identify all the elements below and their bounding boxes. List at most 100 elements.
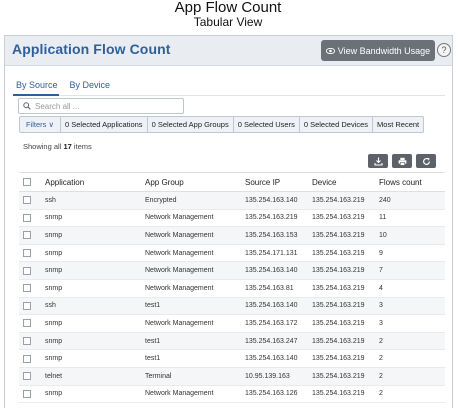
cell-application: ssh bbox=[41, 191, 141, 210]
table-row[interactable]: snmp Network Management 135.254.163.126 135… bbox=[19, 385, 445, 404]
cell-source-ip: 135.254.163.140 bbox=[241, 349, 308, 368]
tab-by-device[interactable]: By Device bbox=[70, 80, 111, 94]
view-bandwidth-button[interactable]: View Bandwidth Usage bbox=[321, 40, 435, 61]
column-flows-count[interactable]: Flows count bbox=[375, 172, 445, 192]
cell-flows-count: 4 bbox=[375, 279, 445, 298]
cell-device: 135.254.163.219 bbox=[308, 209, 375, 228]
cell-app-group: test1 bbox=[141, 349, 241, 368]
row-checkbox[interactable] bbox=[23, 372, 31, 381]
cell-device: 135.254.163.219 bbox=[308, 297, 375, 316]
cell-application: snmp bbox=[41, 332, 141, 351]
tab-by-source[interactable]: By Source bbox=[16, 80, 58, 94]
cell-source-ip: 135.254.163.219 bbox=[241, 209, 308, 228]
row-checkbox[interactable] bbox=[23, 284, 31, 293]
refresh-button[interactable] bbox=[416, 154, 436, 168]
column-device[interactable]: Device bbox=[308, 172, 375, 192]
cell-source-ip: 135.254.163.140 bbox=[241, 261, 308, 280]
table-row[interactable]: snmp Network Management 135.254.163.219 135… bbox=[19, 209, 445, 228]
row-checkbox[interactable] bbox=[23, 213, 31, 222]
table-body: ssh Encrypted 135.254.163.140 135.254.163.2… bbox=[19, 191, 445, 404]
row-select-cell bbox=[19, 332, 41, 351]
item-count-summary: Showing all 17 items bbox=[23, 142, 92, 151]
column-app-group[interactable]: App Group bbox=[141, 172, 241, 192]
filter-users[interactable]: 0 Selected Users bbox=[232, 117, 299, 132]
cell-app-group: Network Management bbox=[141, 385, 241, 404]
table-row[interactable]: snmp Network Management 135.254.163.140 135… bbox=[19, 261, 445, 280]
cell-app-group: test1 bbox=[141, 332, 241, 351]
row-checkbox[interactable] bbox=[23, 354, 31, 363]
row-select-cell bbox=[19, 314, 41, 333]
row-checkbox[interactable] bbox=[23, 389, 31, 398]
row-checkbox[interactable] bbox=[23, 319, 31, 328]
cell-flows-count: 2 bbox=[375, 349, 445, 368]
cell-source-ip: 135.254.163.126 bbox=[241, 385, 308, 404]
row-checkbox[interactable] bbox=[23, 337, 31, 346]
cell-device: 135.254.163.219 bbox=[308, 191, 375, 210]
cell-app-group: Network Management bbox=[141, 314, 241, 333]
table-row[interactable]: snmp Network Management 135.254.171.131 135… bbox=[19, 244, 445, 263]
cell-source-ip: 135.254.163.247 bbox=[241, 332, 308, 351]
row-checkbox[interactable] bbox=[23, 266, 31, 275]
print-button[interactable] bbox=[392, 154, 412, 168]
filter-most-recent[interactable]: Most Recent bbox=[372, 117, 423, 132]
row-checkbox[interactable] bbox=[23, 301, 31, 310]
row-select-cell bbox=[19, 244, 41, 263]
cell-application: snmp bbox=[41, 261, 141, 280]
cell-application: snmp bbox=[41, 314, 141, 333]
table-row[interactable]: ssh Encrypted 135.254.163.140 135.254.163.2… bbox=[19, 191, 445, 210]
table-row[interactable]: telnet Terminal 10.95.139.163 135.254.163.2… bbox=[19, 367, 445, 386]
cell-application: snmp bbox=[41, 226, 141, 245]
download-button[interactable] bbox=[368, 154, 388, 168]
cell-device: 135.254.163.219 bbox=[308, 261, 375, 280]
eye-icon bbox=[325, 47, 335, 54]
cell-flows-count: 2 bbox=[375, 367, 445, 386]
cell-application: snmp bbox=[41, 385, 141, 404]
download-icon bbox=[373, 157, 383, 166]
cell-device: 135.254.163.219 bbox=[308, 385, 375, 404]
row-checkbox[interactable] bbox=[23, 249, 31, 258]
cell-device: 135.254.163.219 bbox=[308, 279, 375, 298]
cell-app-group: Network Management bbox=[141, 261, 241, 280]
page-subtitle: Tabular View bbox=[193, 15, 263, 29]
cell-flows-count: 2 bbox=[375, 385, 445, 404]
cell-app-group: Encrypted bbox=[141, 191, 241, 210]
summary-count: 17 bbox=[63, 142, 72, 151]
help-icon[interactable]: ? bbox=[437, 43, 451, 57]
cell-application: telnet bbox=[41, 367, 141, 386]
tab-bar: By Source By Device bbox=[16, 80, 110, 94]
select-all-checkbox[interactable] bbox=[23, 178, 31, 187]
table-row[interactable]: snmp Network Management 135.254.163.153 135… bbox=[19, 226, 445, 245]
row-checkbox[interactable] bbox=[23, 231, 31, 240]
cell-app-group: Network Management bbox=[141, 226, 241, 245]
cell-application: snmp bbox=[41, 209, 141, 228]
flow-count-panel: Application Flow Count View Bandwidth Us… bbox=[4, 35, 453, 408]
filter-app-groups[interactable]: 0 Selected App Groups bbox=[146, 117, 233, 132]
cell-app-group: Terminal bbox=[141, 367, 241, 386]
filter-devices[interactable]: 0 Selected Devices bbox=[298, 117, 372, 132]
cell-flows-count: 3 bbox=[375, 297, 445, 316]
table-row[interactable]: snmp test1 135.254.163.247 135.254.163.219 2 bbox=[19, 332, 445, 351]
flow-table: Application App Group Source IP Device F… bbox=[19, 172, 445, 404]
filters-dropdown[interactable]: Filters ∨ bbox=[20, 117, 60, 132]
table-row[interactable]: snmp Network Management 135.254.163.81 135.… bbox=[19, 279, 445, 298]
cell-device: 135.254.163.219 bbox=[308, 226, 375, 245]
summary-prefix: Showing all bbox=[23, 142, 64, 151]
panel-header: Application Flow Count View Bandwidth Us… bbox=[5, 36, 452, 66]
column-application[interactable]: Application bbox=[41, 172, 141, 192]
search-box bbox=[18, 98, 184, 114]
search-input[interactable] bbox=[35, 101, 175, 111]
filter-applications[interactable]: 0 Selected Applications bbox=[60, 117, 147, 132]
cell-device: 135.254.163.219 bbox=[308, 244, 375, 263]
row-checkbox[interactable] bbox=[23, 196, 31, 205]
search-icon bbox=[23, 102, 31, 110]
table-row[interactable]: snmp test1 135.254.163.140 135.254.163.219 2 bbox=[19, 349, 445, 368]
table-toolbar bbox=[368, 154, 436, 168]
cell-source-ip: 135.254.163.172 bbox=[241, 314, 308, 333]
row-select-cell bbox=[19, 349, 41, 368]
table-row[interactable]: ssh test1 135.254.163.140 135.254.163.219 3 bbox=[19, 297, 445, 316]
print-icon bbox=[398, 157, 406, 166]
view-bandwidth-label: View Bandwidth Usage bbox=[337, 45, 431, 56]
cell-app-group: Network Management bbox=[141, 244, 241, 263]
column-source-ip[interactable]: Source IP bbox=[241, 172, 308, 192]
table-row[interactable]: snmp Network Management 135.254.163.172 135… bbox=[19, 314, 445, 333]
